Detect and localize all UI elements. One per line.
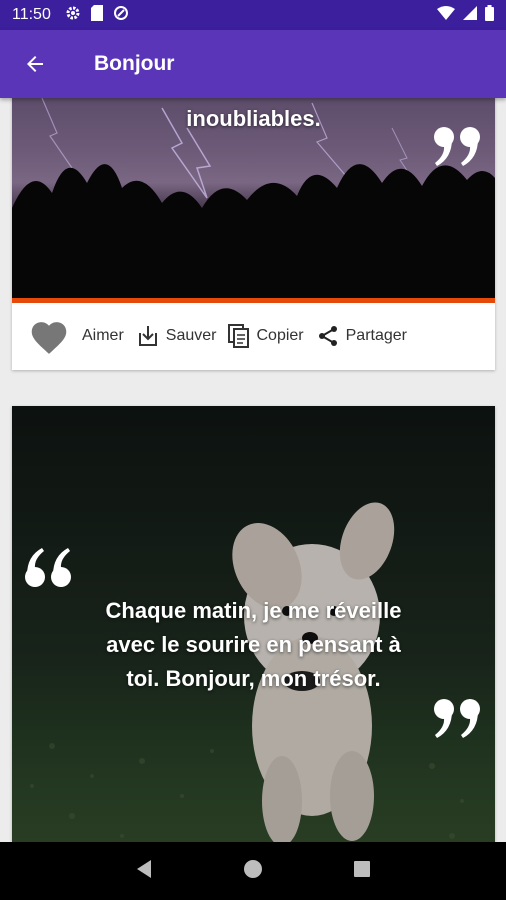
page-title: Bonjour [94, 52, 175, 75]
share-button[interactable]: Partager [316, 324, 407, 348]
copy-button[interactable]: Copier [228, 323, 304, 348]
quote-image-dog: Chaque matin, je me réveille avec le sou… [12, 406, 495, 842]
status-time: 11:50 [12, 6, 51, 23]
copy-label: Copier [256, 326, 304, 344]
download-icon [138, 325, 157, 346]
wifi-icon [437, 5, 455, 25]
triangle-back-icon [137, 859, 152, 878]
quote-text: Chaque matin, je me réveille avec le sou… [12, 594, 495, 696]
quote-feed[interactable]: inoubliables. Aimer Sauver Copier Partag… [0, 98, 506, 842]
copy-icon [228, 323, 250, 348]
quote-image-storm: inoubliables. [12, 98, 495, 298]
signal-icon [463, 5, 477, 25]
quote-text: inoubliables. [186, 106, 321, 131]
arrow-back-icon [27, 56, 43, 72]
circle-home-icon [243, 859, 262, 878]
nav-recents-button[interactable] [352, 859, 372, 884]
closing-quote-icon [433, 698, 483, 745]
like-label: Aimer [82, 326, 124, 344]
status-bar: 11:50 [0, 0, 506, 30]
quote-line: toi. Bonjour, mon trésor. [126, 666, 381, 691]
closing-quote-icon [433, 126, 483, 173]
system-nav-bar [0, 842, 506, 900]
square-recents-icon [353, 860, 370, 877]
card-actions: Aimer Sauver Copier Partager [12, 303, 495, 368]
sd-card-icon [90, 4, 103, 26]
share-label: Partager [345, 326, 407, 344]
settings-icon [65, 5, 81, 26]
like-button[interactable]: Aimer [28, 317, 124, 355]
quote-card: inoubliables. Aimer Sauver Copier Partag… [12, 98, 495, 370]
nav-back-button[interactable] [134, 859, 154, 884]
share-icon [318, 325, 337, 346]
back-button[interactable] [0, 30, 70, 98]
heart-icon [31, 321, 67, 354]
save-label: Sauver [165, 326, 217, 344]
save-button[interactable]: Sauver [136, 324, 217, 348]
opening-quote-icon [22, 546, 72, 593]
quote-line: avec le sourire en pensant à [106, 632, 401, 657]
quote-card: Chaque matin, je me réveille avec le sou… [12, 406, 495, 842]
app-bar: Bonjour [0, 30, 506, 98]
quote-line: Chaque matin, je me réveille [105, 598, 402, 623]
data-saver-icon [113, 5, 129, 26]
battery-icon [485, 4, 494, 26]
nav-home-button[interactable] [243, 859, 263, 884]
